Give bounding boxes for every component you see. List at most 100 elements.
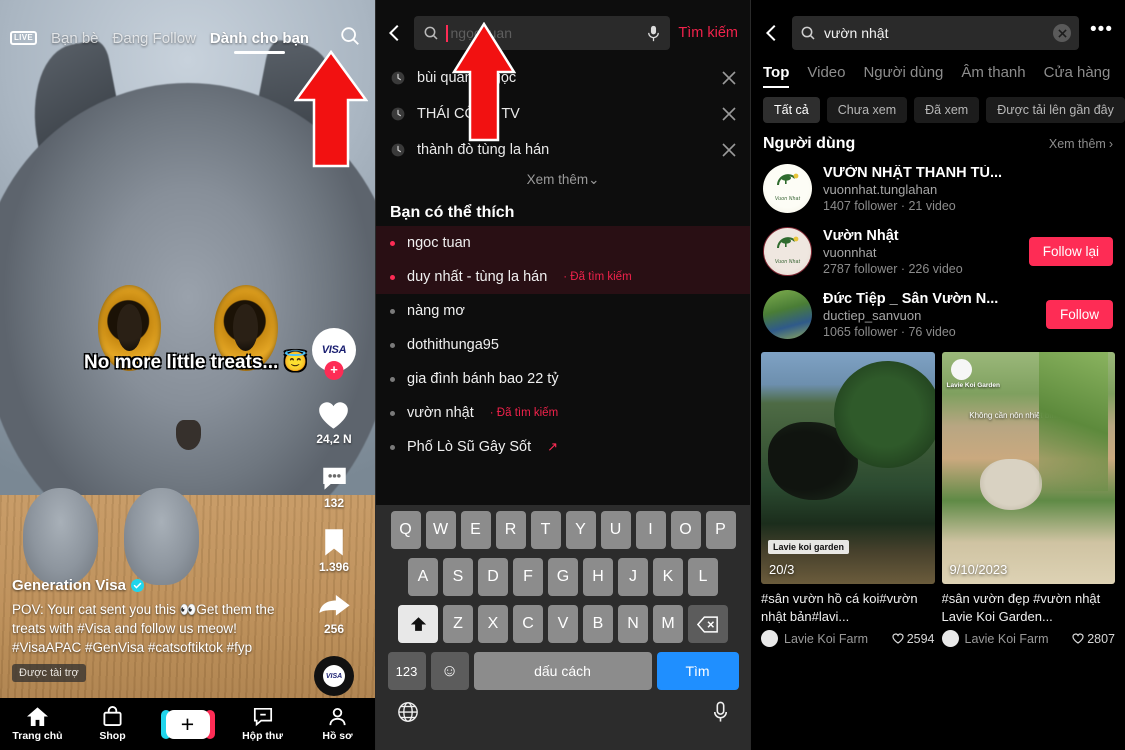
space-key[interactable]: dấu cách xyxy=(473,652,652,690)
video-card[interactable]: Lavie Koi Garden Không cần nôn nhiệt bìn… xyxy=(941,352,1115,648)
more-options-icon[interactable]: ••• xyxy=(1088,19,1115,47)
key-e[interactable]: E xyxy=(460,511,491,549)
tab-cua-hang[interactable]: Cửa hàng xyxy=(1044,64,1111,88)
key-z[interactable]: Z xyxy=(443,605,473,643)
suggestion-item[interactable]: dothithunga95 xyxy=(376,328,750,362)
list-item[interactable]: Đức Tiệp _ Sân Vườn N... ductiep_sanvuon… xyxy=(751,283,1125,346)
key-l[interactable]: L xyxy=(688,558,718,596)
follow-button[interactable]: Follow xyxy=(1045,300,1113,329)
key-h[interactable]: H xyxy=(583,558,613,596)
avatar[interactable]: VISA + xyxy=(312,328,356,380)
video-caption: POV: Your cat sent you this 👀Get them th… xyxy=(12,601,275,655)
list-item[interactable]: Vuon Nhat Vườn Nhật vuonnhat 2787 follow… xyxy=(751,220,1125,283)
tab-danh-cho-ban[interactable]: Dành cho bạn xyxy=(210,30,309,54)
key-a[interactable]: A xyxy=(408,558,438,596)
comment-button[interactable]: 132 xyxy=(319,464,350,510)
key-m[interactable]: M xyxy=(653,605,683,643)
key-y[interactable]: Y xyxy=(565,511,596,549)
author-row[interactable]: Generation Visa xyxy=(12,577,300,594)
clear-icon[interactable] xyxy=(1053,24,1072,42)
search-input[interactable]: vườn nhật xyxy=(792,16,1080,50)
key-r[interactable]: R xyxy=(495,511,526,549)
history-item[interactable]: THÁI CÔNG TV xyxy=(376,96,750,132)
users-see-more-button[interactable]: Xem thêm › xyxy=(1049,137,1113,151)
search-icon[interactable] xyxy=(339,25,361,52)
nav-inbox-label: Hộp thư xyxy=(242,729,283,742)
search-submit-button[interactable]: Tìm kiếm xyxy=(678,25,740,41)
key-g[interactable]: G xyxy=(548,558,578,596)
search-icon xyxy=(424,26,438,40)
suggestion-item[interactable]: Phố Lò Sũ Gây Sốt ↗ xyxy=(376,430,750,464)
share-button[interactable]: 256 xyxy=(318,592,351,636)
tab-top[interactable]: Top xyxy=(763,64,790,88)
nav-profile[interactable]: Hồ sơ xyxy=(300,706,375,742)
list-item[interactable]: Vuon Nhat VƯỜN NHẬT THANH TÙ... vuonnhat… xyxy=(751,157,1125,220)
enter-search-key[interactable]: Tìm xyxy=(656,652,739,690)
suggestion-item[interactable]: ngoc tuan xyxy=(376,226,750,260)
nav-create[interactable]: + xyxy=(150,709,225,739)
search-input[interactable]: ngọc tuan xyxy=(414,16,671,50)
backspace-key[interactable] xyxy=(688,605,728,643)
emoji-key[interactable]: ☺ xyxy=(430,652,469,690)
key-i[interactable]: I xyxy=(635,511,666,549)
key-v[interactable]: V xyxy=(548,605,578,643)
tab-ban-be[interactable]: Bạn bè xyxy=(51,30,99,47)
like-button[interactable]: 24,2 N xyxy=(316,400,352,446)
chip-tat-ca[interactable]: Tất cả xyxy=(763,97,820,123)
globe-icon[interactable] xyxy=(397,701,419,723)
suggestion-item[interactable]: gia đình bánh bao 22 tỷ xyxy=(376,362,750,396)
key-n[interactable]: N xyxy=(618,605,648,643)
close-icon[interactable] xyxy=(722,143,736,157)
user-info: Đức Tiệp _ Sân Vườn N... ductiep_sanvuon… xyxy=(823,291,1035,339)
tab-dang-follow[interactable]: Đang Follow xyxy=(113,30,196,47)
numbers-key[interactable]: 123 xyxy=(387,652,426,690)
nav-inbox[interactable]: Hộp thư xyxy=(225,707,300,742)
live-button[interactable]: LIVE xyxy=(10,31,37,45)
bullet-icon xyxy=(390,308,395,314)
create-plus-icon[interactable]: + xyxy=(160,709,215,739)
video-thumbnail[interactable]: Lavie koi garden 20/3 xyxy=(761,352,935,584)
key-w[interactable]: W xyxy=(425,511,456,549)
shift-key[interactable] xyxy=(398,605,438,643)
key-q[interactable]: Q xyxy=(390,511,421,549)
close-icon[interactable] xyxy=(722,71,736,85)
bookmark-button[interactable]: 1.396 xyxy=(319,528,349,574)
follow-plus-icon[interactable]: + xyxy=(324,361,344,380)
video-thumbnail[interactable]: Lavie Koi Garden Không cần nôn nhiệt bìn… xyxy=(941,352,1115,584)
key-k[interactable]: K xyxy=(653,558,683,596)
follow-back-button[interactable]: Follow lại xyxy=(1028,237,1113,266)
suggestion-item[interactable]: duy nhất - tùng la hán · Đã tìm kiếm xyxy=(376,260,750,294)
key-u[interactable]: U xyxy=(600,511,631,549)
microphone-icon[interactable] xyxy=(646,25,661,42)
key-x[interactable]: X xyxy=(478,605,508,643)
suggestion-item[interactable]: vườn nhật · Đã tìm kiếm xyxy=(376,396,750,430)
music-disc[interactable]: VISA xyxy=(314,656,354,696)
key-p[interactable]: P xyxy=(705,511,736,549)
tab-am-thanh[interactable]: Âm thanh xyxy=(961,64,1025,88)
tab-nguoi-dung[interactable]: Người dùng xyxy=(863,64,943,88)
bookmark-icon xyxy=(325,529,343,556)
nav-home[interactable]: Trang chủ xyxy=(0,706,75,742)
key-j[interactable]: J xyxy=(618,558,648,596)
key-f[interactable]: F xyxy=(513,558,543,596)
key-d[interactable]: D xyxy=(478,558,508,596)
key-t[interactable]: T xyxy=(530,511,561,549)
back-icon[interactable] xyxy=(384,22,406,44)
tab-video[interactable]: Video xyxy=(807,64,845,88)
show-more-history-button[interactable]: Xem thêm⌄ xyxy=(376,168,750,196)
chip-chua-xem[interactable]: Chưa xem xyxy=(826,97,908,123)
chip-da-xem[interactable]: Đã xem xyxy=(914,97,980,123)
back-icon[interactable] xyxy=(761,22,783,44)
history-item[interactable]: bùi quang ngọc xyxy=(376,60,750,96)
close-icon[interactable] xyxy=(722,107,736,121)
chip-duoc-tai-len-gan-day[interactable]: Được tải lên gần đây xyxy=(986,97,1125,123)
video-card[interactable]: Lavie koi garden 20/3 #sân vườn hồ cá ko… xyxy=(761,352,935,648)
suggestion-item[interactable]: nàng mơ xyxy=(376,294,750,328)
history-item[interactable]: thành đò tùng la hán xyxy=(376,132,750,168)
key-b[interactable]: B xyxy=(583,605,613,643)
key-c[interactable]: C xyxy=(513,605,543,643)
key-o[interactable]: O xyxy=(670,511,701,549)
key-s[interactable]: S xyxy=(443,558,473,596)
nav-shop[interactable]: Shop xyxy=(75,706,150,742)
microphone-icon[interactable] xyxy=(712,701,729,723)
